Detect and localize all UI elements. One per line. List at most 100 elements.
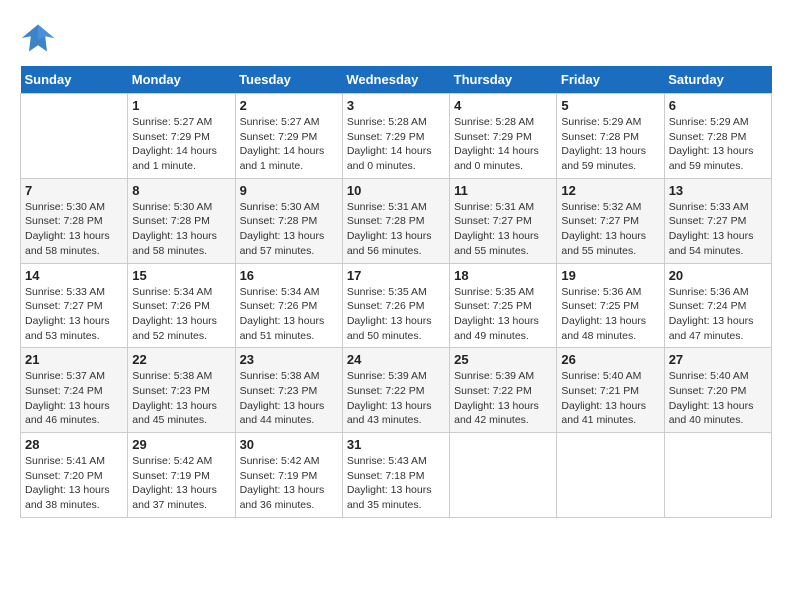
calendar-cell: 23 Sunrise: 5:38 AM Sunset: 7:23 PM Dayli… <box>235 348 342 433</box>
day-number: 13 <box>669 183 767 198</box>
calendar-cell: 28 Sunrise: 5:41 AM Sunset: 7:20 PM Dayli… <box>21 433 128 518</box>
calendar-cell: 3 Sunrise: 5:28 AM Sunset: 7:29 PM Daylig… <box>342 94 449 179</box>
day-info: Sunrise: 5:37 AM Sunset: 7:24 PM Dayligh… <box>25 369 123 428</box>
logo-icon <box>20 20 56 56</box>
day-info: Sunrise: 5:27 AM Sunset: 7:29 PM Dayligh… <box>240 115 338 174</box>
day-number: 21 <box>25 352 123 367</box>
calendar-cell: 8 Sunrise: 5:30 AM Sunset: 7:28 PM Daylig… <box>128 178 235 263</box>
day-info: Sunrise: 5:42 AM Sunset: 7:19 PM Dayligh… <box>132 454 230 513</box>
day-info: Sunrise: 5:31 AM Sunset: 7:27 PM Dayligh… <box>454 200 552 259</box>
calendar-cell: 15 Sunrise: 5:34 AM Sunset: 7:26 PM Dayli… <box>128 263 235 348</box>
day-number: 14 <box>25 268 123 283</box>
day-info: Sunrise: 5:36 AM Sunset: 7:24 PM Dayligh… <box>669 285 767 344</box>
calendar-cell: 27 Sunrise: 5:40 AM Sunset: 7:20 PM Dayli… <box>664 348 771 433</box>
day-number: 17 <box>347 268 445 283</box>
day-number: 22 <box>132 352 230 367</box>
day-number: 10 <box>347 183 445 198</box>
day-info: Sunrise: 5:28 AM Sunset: 7:29 PM Dayligh… <box>347 115 445 174</box>
header-day-saturday: Saturday <box>664 66 771 94</box>
day-info: Sunrise: 5:33 AM Sunset: 7:27 PM Dayligh… <box>25 285 123 344</box>
calendar-cell: 18 Sunrise: 5:35 AM Sunset: 7:25 PM Dayli… <box>450 263 557 348</box>
calendar-cell: 19Sunrise: 5:36 AM Sunset: 7:25 PM Dayli… <box>557 263 664 348</box>
calendar-cell: 9 Sunrise: 5:30 AM Sunset: 7:28 PM Daylig… <box>235 178 342 263</box>
header-day-sunday: Sunday <box>21 66 128 94</box>
calendar-cell: 11 Sunrise: 5:31 AM Sunset: 7:27 PM Dayli… <box>450 178 557 263</box>
day-info: Sunrise: 5:29 AM Sunset: 7:28 PM Dayligh… <box>669 115 767 174</box>
calendar-cell: 26 Sunrise: 5:40 AM Sunset: 7:21 PM Dayli… <box>557 348 664 433</box>
day-info: Sunrise: 5:39 AM Sunset: 7:22 PM Dayligh… <box>454 369 552 428</box>
day-number: 8 <box>132 183 230 198</box>
day-info: Sunrise: 5:40 AM Sunset: 7:20 PM Dayligh… <box>669 369 767 428</box>
day-number: 7 <box>25 183 123 198</box>
day-number: 26 <box>561 352 659 367</box>
day-number: 19 <box>561 268 659 283</box>
day-info: Sunrise: 5:40 AM Sunset: 7:21 PM Dayligh… <box>561 369 659 428</box>
day-info: Sunrise: 5:28 AM Sunset: 7:29 PM Dayligh… <box>454 115 552 174</box>
day-info: Sunrise: 5:41 AM Sunset: 7:20 PM Dayligh… <box>25 454 123 513</box>
day-info: Sunrise: 5:29 AM Sunset: 7:28 PM Dayligh… <box>561 115 659 174</box>
day-info: Sunrise: 5:35 AM Sunset: 7:26 PM Dayligh… <box>347 285 445 344</box>
day-number: 27 <box>669 352 767 367</box>
header-day-wednesday: Wednesday <box>342 66 449 94</box>
calendar-body: 1 Sunrise: 5:27 AM Sunset: 7:29 PM Daylig… <box>21 94 772 518</box>
calendar-cell <box>21 94 128 179</box>
header-day-monday: Monday <box>128 66 235 94</box>
calendar-table: SundayMondayTuesdayWednesdayThursdayFrid… <box>20 66 772 518</box>
page-header <box>20 20 772 56</box>
calendar-cell: 31 Sunrise: 5:43 AM Sunset: 7:18 PM Dayli… <box>342 433 449 518</box>
day-info: Sunrise: 5:35 AM Sunset: 7:25 PM Dayligh… <box>454 285 552 344</box>
calendar-row: 7 Sunrise: 5:30 AM Sunset: 7:28 PM Daylig… <box>21 178 772 263</box>
calendar-header: SundayMondayTuesdayWednesdayThursdayFrid… <box>21 66 772 94</box>
day-number: 4 <box>454 98 552 113</box>
calendar-cell: 5 Sunrise: 5:29 AM Sunset: 7:28 PM Daylig… <box>557 94 664 179</box>
calendar-row: 14 Sunrise: 5:33 AM Sunset: 7:27 PM Dayli… <box>21 263 772 348</box>
day-number: 25 <box>454 352 552 367</box>
day-number: 5 <box>561 98 659 113</box>
day-number: 20 <box>669 268 767 283</box>
day-number: 30 <box>240 437 338 452</box>
day-info: Sunrise: 5:43 AM Sunset: 7:18 PM Dayligh… <box>347 454 445 513</box>
calendar-cell: 10Sunrise: 5:31 AM Sunset: 7:28 PM Dayli… <box>342 178 449 263</box>
day-number: 29 <box>132 437 230 452</box>
day-info: Sunrise: 5:30 AM Sunset: 7:28 PM Dayligh… <box>25 200 123 259</box>
day-info: Sunrise: 5:38 AM Sunset: 7:23 PM Dayligh… <box>132 369 230 428</box>
calendar-cell: 1Sunrise: 5:27 AM Sunset: 7:29 PM Daylig… <box>128 94 235 179</box>
day-number: 9 <box>240 183 338 198</box>
calendar-cell: 4 Sunrise: 5:28 AM Sunset: 7:29 PM Daylig… <box>450 94 557 179</box>
day-number: 28 <box>25 437 123 452</box>
day-info: Sunrise: 5:30 AM Sunset: 7:28 PM Dayligh… <box>240 200 338 259</box>
logo <box>20 20 60 56</box>
day-info: Sunrise: 5:42 AM Sunset: 7:19 PM Dayligh… <box>240 454 338 513</box>
day-number: 1 <box>132 98 230 113</box>
day-number: 23 <box>240 352 338 367</box>
calendar-cell <box>450 433 557 518</box>
calendar-cell: 25 Sunrise: 5:39 AM Sunset: 7:22 PM Dayli… <box>450 348 557 433</box>
day-number: 15 <box>132 268 230 283</box>
calendar-row: 1 Sunrise: 5:27 AM Sunset: 7:29 PM Daylig… <box>21 94 772 179</box>
day-number: 6 <box>669 98 767 113</box>
header-day-thursday: Thursday <box>450 66 557 94</box>
calendar-cell: 13 Sunrise: 5:33 AM Sunset: 7:27 PM Dayli… <box>664 178 771 263</box>
day-number: 16 <box>240 268 338 283</box>
calendar-cell: 24Sunrise: 5:39 AM Sunset: 7:22 PM Dayli… <box>342 348 449 433</box>
calendar-cell: 7 Sunrise: 5:30 AM Sunset: 7:28 PM Daylig… <box>21 178 128 263</box>
calendar-cell: 16 Sunrise: 5:34 AM Sunset: 7:26 PM Dayli… <box>235 263 342 348</box>
calendar-row: 21 Sunrise: 5:37 AM Sunset: 7:24 PM Dayli… <box>21 348 772 433</box>
day-info: Sunrise: 5:34 AM Sunset: 7:26 PM Dayligh… <box>240 285 338 344</box>
day-info: Sunrise: 5:30 AM Sunset: 7:28 PM Dayligh… <box>132 200 230 259</box>
day-info: Sunrise: 5:33 AM Sunset: 7:27 PM Dayligh… <box>669 200 767 259</box>
day-number: 3 <box>347 98 445 113</box>
day-number: 18 <box>454 268 552 283</box>
calendar-row: 28 Sunrise: 5:41 AM Sunset: 7:20 PM Dayli… <box>21 433 772 518</box>
day-number: 31 <box>347 437 445 452</box>
calendar-cell: 21 Sunrise: 5:37 AM Sunset: 7:24 PM Dayli… <box>21 348 128 433</box>
calendar-cell: 12Sunrise: 5:32 AM Sunset: 7:27 PM Dayli… <box>557 178 664 263</box>
calendar-cell: 30 Sunrise: 5:42 AM Sunset: 7:19 PM Dayli… <box>235 433 342 518</box>
day-info: Sunrise: 5:34 AM Sunset: 7:26 PM Dayligh… <box>132 285 230 344</box>
day-number: 24 <box>347 352 445 367</box>
header-day-tuesday: Tuesday <box>235 66 342 94</box>
day-number: 11 <box>454 183 552 198</box>
day-info: Sunrise: 5:38 AM Sunset: 7:23 PM Dayligh… <box>240 369 338 428</box>
calendar-cell <box>557 433 664 518</box>
calendar-cell: 29 Sunrise: 5:42 AM Sunset: 7:19 PM Dayli… <box>128 433 235 518</box>
